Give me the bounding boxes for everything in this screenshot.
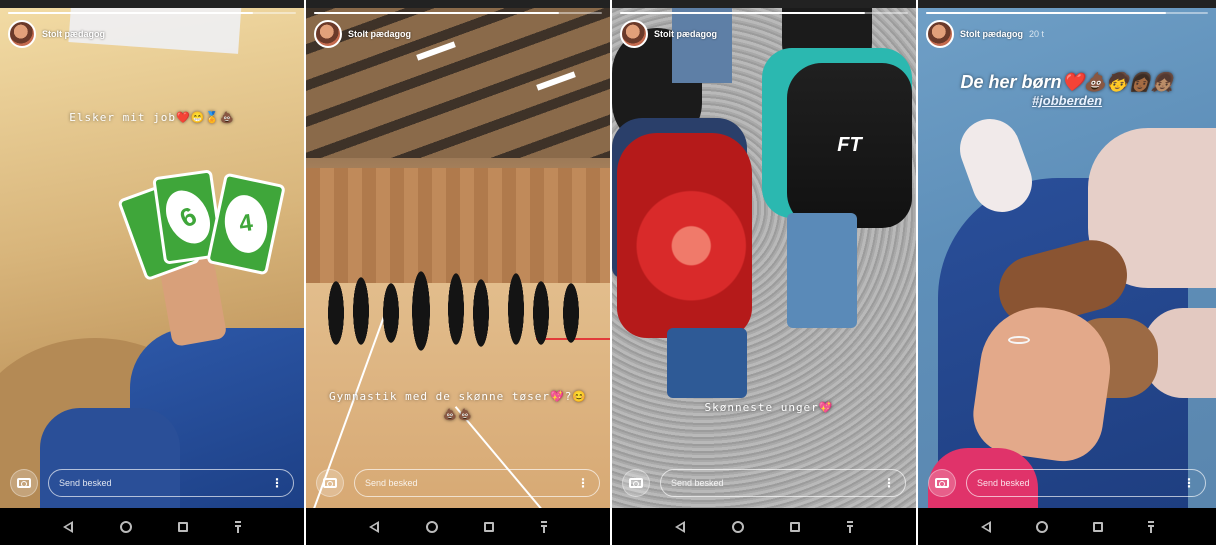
nav-home-icon[interactable] [731,520,744,533]
story-panel-1[interactable]: 6 4 Stolt pædagog Elsker mit job❤️😁🏅💩 Se… [0,0,304,545]
story-progress-bar [620,12,908,14]
story-progress-bar [926,12,1208,14]
nav-notification-icon[interactable] [846,520,853,533]
nav-notification-icon[interactable] [234,520,241,533]
story-view-1[interactable]: 6 4 Stolt pædagog Elsker mit job❤️😁🏅💩 Se… [0,8,304,508]
message-placeholder: Send besked [365,478,418,488]
story-header[interactable]: Stolt pædagog 20 t [926,20,1044,48]
story-photo-cards: 6 4 [0,8,304,508]
avatar[interactable] [314,20,342,48]
camera-button[interactable] [622,469,650,497]
username[interactable]: Stolt pædagog [42,29,105,39]
nav-notification-icon[interactable] [540,520,547,533]
avatar[interactable] [926,20,954,48]
story-view-3[interactable]: FT Stolt pædagog Skønneste unger💖 Send b… [612,8,916,508]
story-progress-bar [314,12,602,14]
message-placeholder: Send besked [59,478,112,488]
kebab-menu-icon[interactable]: ⋮ [883,476,895,490]
story-caption: De her børn❤️💩🧒👩🏾👧🏽 #jobberden [928,72,1206,108]
camera-icon [629,478,643,488]
story-header[interactable]: Stolt pædagog [8,20,111,48]
nav-back-icon[interactable] [63,520,74,533]
avatar[interactable] [8,20,36,48]
camera-icon [935,478,949,488]
story-photo-gym [306,8,610,508]
story-panel-4[interactable]: Stolt pædagog 20 t De her børn❤️💩🧒👩🏾👧🏽 #… [918,0,1216,545]
camera-icon [323,478,337,488]
uno-number-four: 4 [237,209,255,238]
username[interactable]: Stolt pædagog [348,29,411,39]
send-message-input[interactable]: Send besked ⋮ [660,469,906,497]
message-bar: Send besked ⋮ [10,468,294,498]
nav-back-icon[interactable] [675,520,686,533]
send-message-input[interactable]: Send besked ⋮ [48,469,294,497]
camera-button[interactable] [928,469,956,497]
red-backpack [617,133,752,338]
nav-back-icon[interactable] [369,520,380,533]
nav-recent-icon[interactable] [1092,521,1103,532]
nav-recent-icon[interactable] [178,521,189,532]
username[interactable]: Stolt pædagog [654,29,717,39]
camera-icon [17,478,31,488]
story-caption: Elsker mit job❤️😁🏅💩 [69,111,235,124]
message-placeholder: Send besked [671,478,724,488]
nav-back-icon[interactable] [980,520,991,533]
uno-number-six: 6 [174,199,202,234]
send-message-input[interactable]: Send besked ⋮ [966,469,1206,497]
ring [1008,336,1030,344]
story-caption: Skønneste unger💖 [704,401,834,414]
black-backpack: FT [787,63,912,228]
backpack-logo: FT [837,134,862,156]
username[interactable]: Stolt pædagog [960,29,1023,39]
nav-home-icon[interactable] [425,520,438,533]
avatar[interactable] [620,20,648,48]
nav-home-icon[interactable] [1035,520,1048,533]
kid-left-legs [667,328,747,398]
android-navbar [918,508,1216,545]
story-view-2[interactable]: Stolt pædagog Gymnastik med de skønne tø… [306,8,610,508]
android-navbar [612,508,916,545]
nav-recent-icon[interactable] [484,521,495,532]
story-progress-bar [8,12,296,14]
android-navbar [306,508,610,545]
story-hashtag[interactable]: #jobberden [928,93,1206,108]
story-panel-2[interactable]: Stolt pædagog Gymnastik med de skønne tø… [306,0,610,545]
kebab-menu-icon[interactable]: ⋮ [271,476,283,490]
nav-notification-icon[interactable] [1147,520,1154,533]
story-caption: Gymnastik med de skønne tøser💖?😊💩💩 [328,390,588,421]
nav-home-icon[interactable] [119,520,132,533]
uno-card-four: 4 [206,172,286,276]
kid-right-legs [787,213,857,328]
message-placeholder: Send besked [977,478,1030,488]
story-view-4[interactable]: Stolt pædagog 20 t De her børn❤️💩🧒👩🏾👧🏽 #… [918,8,1216,508]
camera-button[interactable] [316,469,344,497]
story-header[interactable]: Stolt pædagog [314,20,417,48]
story-header[interactable]: Stolt pædagog [620,20,723,48]
story-panel-3[interactable]: FT Stolt pædagog Skønneste unger💖 Send b… [612,0,916,545]
timestamp: 20 t [1029,29,1045,39]
message-bar: Send besked ⋮ [622,468,906,498]
kebab-menu-icon[interactable]: ⋮ [577,476,589,490]
send-message-input[interactable]: Send besked ⋮ [354,469,600,497]
story-photo-kids-walking: FT [612,8,916,508]
kebab-menu-icon[interactable]: ⋮ [1183,476,1195,490]
message-bar: Send besked ⋮ [316,468,600,498]
dancers-group [316,263,596,358]
camera-button[interactable] [10,469,38,497]
message-bar: Send besked ⋮ [928,468,1206,498]
android-navbar [0,508,304,545]
nav-recent-icon[interactable] [790,521,801,532]
